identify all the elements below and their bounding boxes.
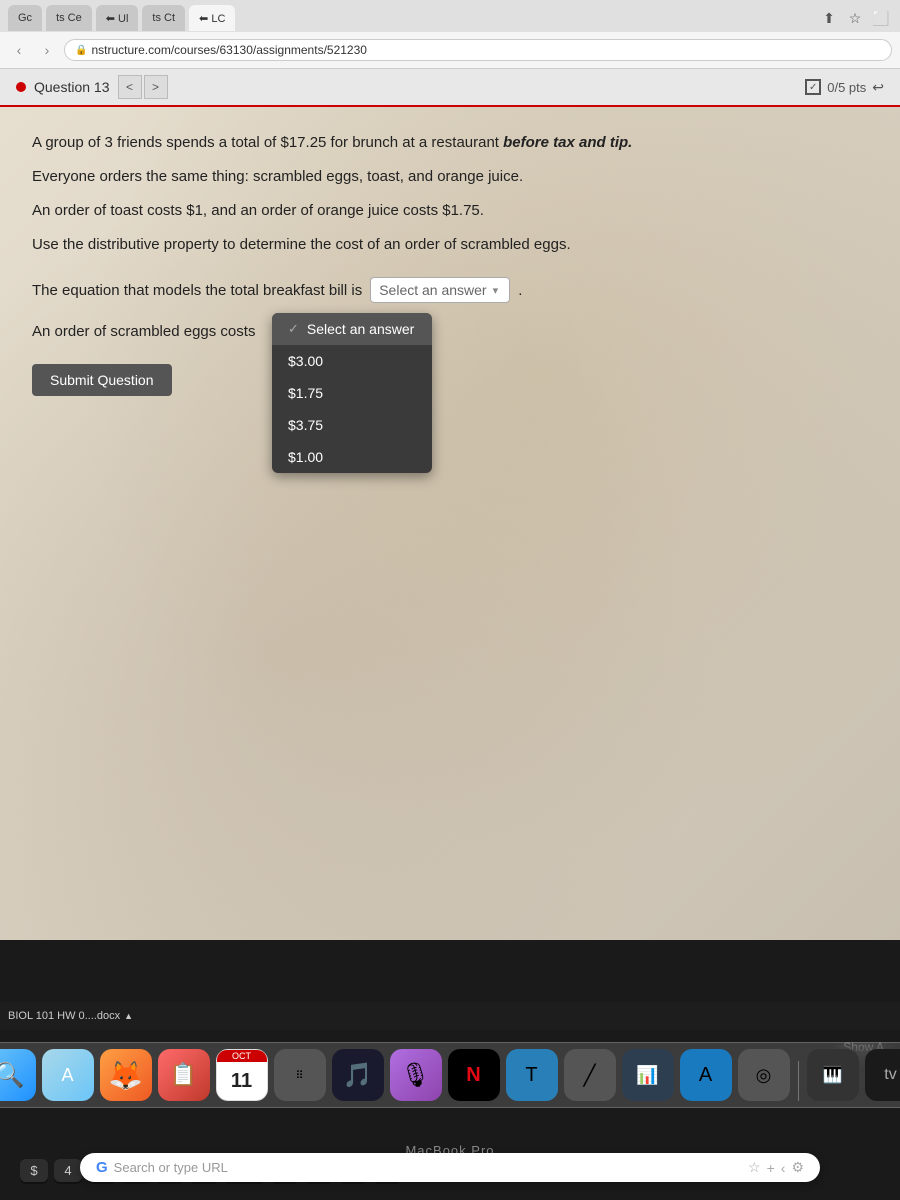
question-bullet [16,82,26,92]
dock-icon-app3[interactable]: T [506,1049,558,1101]
nav-arrows: < > [118,75,168,99]
taskbar-caret-icon: ▲ [124,1011,133,1021]
tab-ts-ce[interactable]: ts Ce [46,5,92,31]
dock-icon-finder[interactable]: 🔍 [0,1049,36,1101]
option-3-value: $3.75 [288,417,323,433]
key-dollar[interactable]: $ [20,1159,48,1182]
dock-icon-tv[interactable]: tv [865,1049,900,1101]
calendar-day: 11 [231,1062,252,1100]
forward-button[interactable]: › [36,39,58,61]
dropdown-option-3[interactable]: $3.75 [272,409,432,441]
question-line3: An order of toast costs $1, and an order… [32,199,868,223]
dock-divider [798,1061,799,1101]
dock-icon-piano[interactable]: 🎹 [807,1049,859,1101]
dropdown-option-4[interactable]: $1.00 [272,441,432,473]
square-icon[interactable]: ⬜ [870,7,892,29]
dock-icon-chrome[interactable]: A [42,1049,94,1101]
tab-ts-ct[interactable]: ts Ct [142,5,185,31]
search-plus-icon: + [767,1160,775,1176]
taskbar-doc-name: BIOL 101 HW 0....docx [8,1010,120,1022]
question-bold-italic: before tax and tip. [503,134,632,151]
pts-checkbox-icon: ✓ [805,79,821,95]
option-4-value: $1.00 [288,449,323,465]
taskbar-item-doc[interactable]: BIOL 101 HW 0....docx ▲ [8,1010,133,1022]
question-line2: Everyone orders the same thing: scramble… [32,165,868,189]
tab-lc[interactable]: ⬅ LC [189,5,235,31]
pts-badge: ✓ 0/5 pts ↩ [805,79,884,96]
address-bar-row: ‹ › 🔒 nstructure.com/courses/63130/assig… [0,32,900,68]
share-icon[interactable]: ⬆ [818,7,840,29]
search-bar[interactable]: G Search or type URL ☆ + ‹ ⚙ [80,1153,820,1182]
question-nav: Question 13 < > [16,75,168,99]
eggs-prefix: An order of scrambled eggs costs [32,323,255,340]
dock-icon-app4[interactable]: ╱ [564,1049,616,1101]
main-content: A group of 3 friends spends a total of $… [0,107,900,940]
browser-chrome: Gc ts Ce ⬅ Ul ts Ct ⬅ LC ⬆ ☆ ⬜ ‹ › 🔒 nst… [0,0,900,69]
question-line1-text: A group of 3 friends spends a total of $… [32,134,503,151]
dock-area: Show A 🔍 A 🦊 📋 OCT 11 ⠿ 🎵 🎙 N T ╱ 📊 A ◎ … [0,1030,900,1120]
canvas-header: Question 13 < > ✓ 0/5 pts ↩ [0,69,900,107]
dock-icon-podcast[interactable]: 🎙 [390,1049,442,1101]
equation-select-text: Select an answer [379,282,486,298]
question-line1: A group of 3 friends spends a total of $… [32,131,868,155]
dropdown-option-1[interactable]: $3.00 [272,345,432,377]
equation-prefix: The equation that models the total break… [32,282,362,299]
answer-dropdown-menu[interactable]: ✓ Select an answer $3.00 $1.75 $3.75 $1.… [272,313,432,473]
dock: 🔍 A 🦊 📋 OCT 11 ⠿ 🎵 🎙 N T ╱ 📊 A ◎ 🎹 tv [0,1042,900,1108]
dock-icon-preview[interactable]: 📋 [158,1049,210,1101]
tab-ul[interactable]: ⬅ Ul [96,5,139,31]
lock-icon: 🔒 [75,45,87,56]
key-4[interactable]: 4 [54,1159,82,1182]
chevron-down-icon: ▾ [493,284,499,297]
pts-label: 0/5 pts [827,80,866,95]
back-button[interactable]: ‹ [8,39,30,61]
option-2-value: $1.75 [288,385,323,401]
next-question-button[interactable]: > [144,75,168,99]
period-after-equation: . [518,282,522,299]
taskbar: BIOL 101 HW 0....docx ▲ [0,1002,900,1030]
dropdown-header-item[interactable]: ✓ Select an answer [272,313,432,345]
calendar-month: OCT [217,1050,267,1062]
dock-icon-netflix[interactable]: N [448,1049,500,1101]
undo-icon: ↩ [872,79,884,96]
equation-row: The equation that models the total break… [32,277,868,303]
star-icon[interactable]: ☆ [844,7,866,29]
question-text: A group of 3 friends spends a total of $… [32,131,868,257]
search-bar-row: G Search or type URL ☆ + ‹ ⚙ [80,1153,820,1182]
dropdown-option-2[interactable]: $1.75 [272,377,432,409]
dock-icon-notes[interactable]: 🦊 [100,1049,152,1101]
scrambled-eggs-row: An order of scrambled eggs costs ✓ Selec… [32,323,868,340]
option-1-value: $3.00 [288,353,323,369]
dock-icon-calendar[interactable]: OCT 11 [216,1049,268,1101]
question-label: Question 13 [34,79,110,95]
question-line4: Use the distributive property to determi… [32,233,868,257]
tab-bar: Gc ts Ce ⬅ Ul ts Ct ⬅ LC ⬆ ☆ ⬜ [0,0,900,32]
address-text: nstructure.com/courses/63130/assignments… [91,43,367,57]
dock-icon-app1[interactable]: ⠿ [274,1049,326,1101]
search-placeholder: Search or type URL [114,1160,228,1175]
dock-icon-app2[interactable]: 🎵 [332,1049,384,1101]
dock-icon-app5[interactable]: 📊 [622,1049,674,1101]
address-bar[interactable]: 🔒 nstructure.com/courses/63130/assignmen… [64,39,892,61]
dock-icon-app7[interactable]: ◎ [738,1049,790,1101]
prev-question-button[interactable]: < [118,75,142,99]
equation-dropdown[interactable]: Select an answer ▾ [370,277,510,303]
tab-gc[interactable]: Gc [8,5,42,31]
dropdown-header-text: Select an answer [307,321,414,337]
check-icon: ✓ [288,321,299,337]
search-gear-icon: ⚙ [791,1159,804,1176]
google-g-icon: G [96,1159,108,1176]
dock-icon-app6[interactable]: A [680,1049,732,1101]
search-star-icon: ☆ [748,1159,761,1176]
search-chevron-icon: ‹ [781,1160,786,1176]
submit-question-button[interactable]: Submit Question [32,364,172,396]
